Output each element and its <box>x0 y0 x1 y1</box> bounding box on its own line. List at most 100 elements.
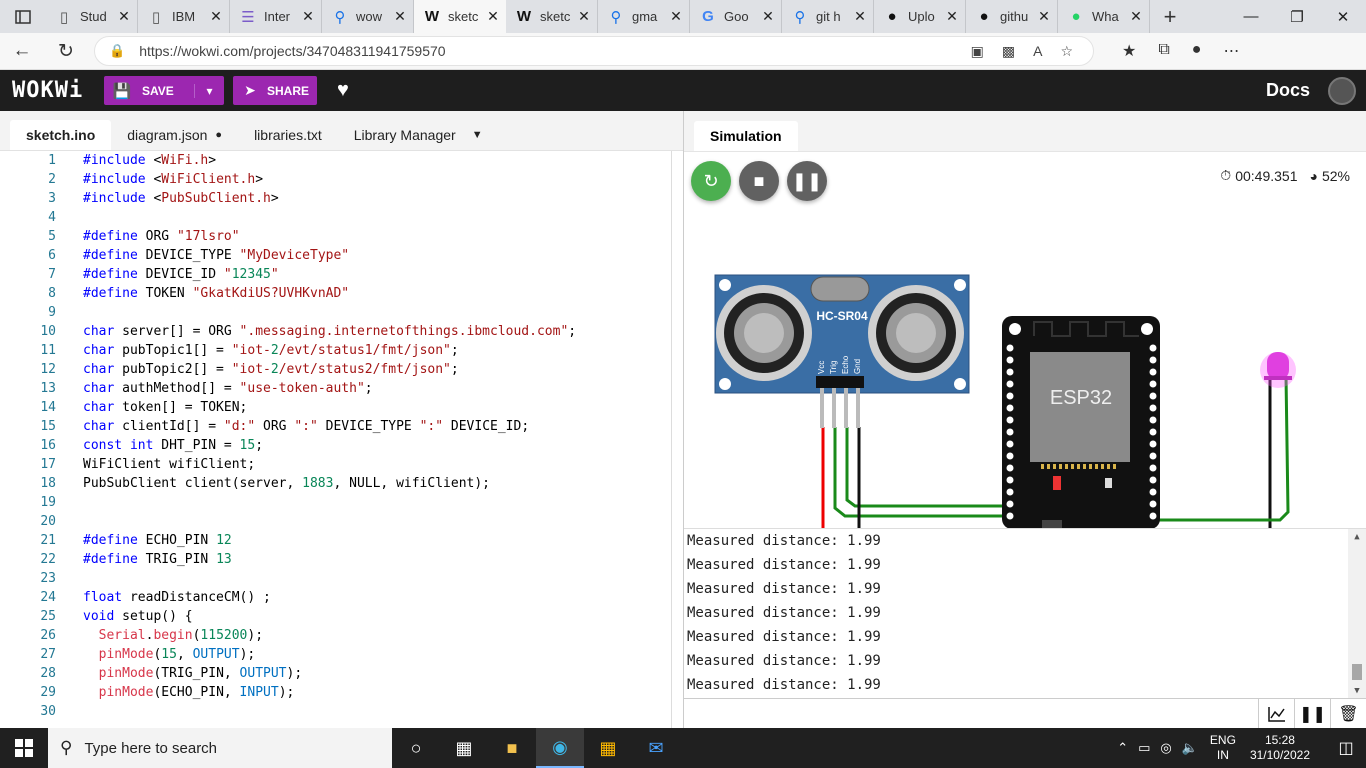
show-hidden-icons[interactable]: ⌃ <box>1117 740 1128 756</box>
sensor-pin-label: Trig <box>829 361 838 374</box>
led[interactable] <box>1260 352 1296 388</box>
pause-serial-button[interactable]: ❚❚ <box>1294 699 1330 729</box>
browser-tab[interactable]: ▯ Stud ✕ <box>46 0 138 33</box>
save-dropdown-icon[interactable]: ▾ <box>194 83 224 98</box>
file-explorer-icon[interactable]: ■ <box>488 728 536 768</box>
tab-actions-icon[interactable] <box>0 0 46 33</box>
line-number: 19 <box>40 495 56 510</box>
search-icon: ⚲ <box>60 738 73 757</box>
browser-tab-label: sketc <box>448 9 479 24</box>
serial-monitor[interactable]: Measured distance: 1.99 Measured distance… <box>684 528 1366 699</box>
collections-icon[interactable]: ⧉ <box>1158 41 1169 61</box>
code-line: 24 float readDistanceCM() ; <box>0 588 683 607</box>
volume-icon[interactable]: 🔈 <box>1182 740 1198 756</box>
browser-tab[interactable]: Wsketc ✕ <box>414 0 506 33</box>
minimize-button[interactable]: — <box>1228 0 1274 33</box>
browser-tab[interactable]: ⚲ git h ✕ <box>782 0 874 33</box>
cortana-icon[interactable]: ○ <box>392 728 440 768</box>
language-indicator[interactable]: ENG IN <box>1210 733 1236 763</box>
edge-icon[interactable]: ◉ <box>536 728 584 768</box>
close-tab-icon[interactable]: ✕ <box>301 8 315 25</box>
back-button[interactable]: ← <box>0 40 44 62</box>
tabs-dropdown-icon[interactable]: ▼ <box>472 129 483 141</box>
profile-icon[interactable]: ● <box>1192 41 1202 61</box>
wokwi-icon: W <box>516 8 532 25</box>
clear-serial-button[interactable]: 🗑 <box>1330 699 1366 729</box>
more-menu-icon[interactable]: ⋯ <box>1223 41 1239 61</box>
tab-diagram-json[interactable]: diagram.json ● <box>111 120 238 150</box>
simulation-canvas[interactable]: ↻ ■ ❚❚ ⏱ 00:49.351 ◕ 52% HC-SR04 Vcc Tri… <box>684 151 1366 528</box>
url-field[interactable]: 🔒 https://wokwi.com/projects/34704831194… <box>94 36 1094 66</box>
scroll-down-icon[interactable]: ▼ <box>1348 686 1366 696</box>
browser-tab-label: IBM <box>172 9 196 24</box>
browser-tab[interactable]: ▯ IBM ✕ <box>138 0 230 33</box>
serial-line: Measured distance: 1.99 <box>687 653 881 669</box>
close-tab-icon[interactable]: ✕ <box>1037 8 1051 25</box>
close-tab-icon[interactable]: ✕ <box>117 8 131 25</box>
close-tab-icon[interactable]: ✕ <box>945 8 959 25</box>
line-number: 22 <box>40 552 56 567</box>
heart-icon[interactable]: ♥ <box>337 79 349 102</box>
task-view-icon[interactable]: ▦ <box>440 728 488 768</box>
serial-scrollbar[interactable]: ▲ ▼ <box>1348 529 1366 699</box>
code-text: char server[] = ORG ".messaging.internet… <box>83 324 577 339</box>
share-button[interactable]: ➤ SHARE <box>233 76 317 105</box>
browser-tab[interactable]: ⚲ wow ✕ <box>322 0 414 33</box>
line-number: 12 <box>40 362 56 377</box>
read-aloud-icon[interactable]: A <box>1033 43 1042 60</box>
code-text: #define ECHO_PIN 12 <box>83 533 232 548</box>
qr-icon[interactable]: ▩ <box>1002 43 1015 60</box>
browser-tab[interactable]: G Goo ✕ <box>690 0 782 33</box>
plotter-button[interactable] <box>1258 699 1294 729</box>
close-tab-icon[interactable]: ✕ <box>209 8 223 25</box>
notification-icon[interactable]: ◫ <box>1326 738 1366 758</box>
serial-input[interactable] <box>684 699 1258 728</box>
docs-link[interactable]: Docs <box>1266 80 1310 101</box>
add-favorite-icon[interactable]: ☆ <box>1060 43 1073 60</box>
scroll-up-icon[interactable]: ▲ <box>1348 529 1366 542</box>
close-window-button[interactable]: ✕ <box>1320 0 1366 33</box>
clock[interactable]: 15:28 31/10/2022 <box>1250 733 1310 763</box>
taskbar-search[interactable]: ⚲ Type here to search <box>48 728 392 768</box>
code-line: 23 <box>0 569 683 588</box>
tab-libraries-txt[interactable]: libraries.txt <box>238 120 338 150</box>
close-tab-icon[interactable]: ✕ <box>486 8 500 25</box>
tab-sketch-ino[interactable]: sketch.ino <box>10 120 112 150</box>
close-tab-icon[interactable]: ✕ <box>761 8 775 25</box>
browser-tab[interactable]: ● githu ✕ <box>966 0 1058 33</box>
store-icon[interactable]: ▦ <box>584 728 632 768</box>
browser-tab[interactable]: ● Uplo ✕ <box>874 0 966 33</box>
scroll-thumb[interactable] <box>1352 664 1362 680</box>
start-button[interactable] <box>0 728 48 768</box>
hc-sr04-sensor[interactable]: HC-SR04 Vcc Trig Echo Gnd <box>714 274 970 428</box>
app-available-icon[interactable]: ▣ <box>971 43 984 60</box>
browser-tab[interactable]: ⚲ gma ✕ <box>598 0 690 33</box>
close-tab-icon[interactable]: ✕ <box>393 8 407 25</box>
code-area[interactable]: 1 #include <WiFi.h> 2 #include <WiFiClient.… <box>0 151 683 728</box>
browser-tab-label: Stud <box>80 9 107 24</box>
code-text: #include <WiFiClient.h> <box>83 172 264 187</box>
browser-tab[interactable]: ☰ Inter ✕ <box>230 0 322 33</box>
wifi-icon[interactable]: ◎ <box>1160 740 1171 756</box>
favorites-icon[interactable]: ★ <box>1122 41 1136 61</box>
esp32-board[interactable]: ESP32 <box>1002 316 1160 528</box>
browser-tab[interactable]: ● Wha ✕ <box>1058 0 1150 33</box>
code-line: 28 pinMode(TRIG_PIN, OUTPUT); <box>0 664 683 683</box>
mail-icon[interactable]: ✉ <box>632 728 680 768</box>
save-button[interactable]: 💾 SAVE ▾ <box>104 76 224 105</box>
tab-simulation[interactable]: Simulation <box>694 121 798 151</box>
battery-icon[interactable]: ▭ <box>1138 740 1150 756</box>
new-tab-button[interactable]: + <box>1150 4 1190 30</box>
circuit-diagram: HC-SR04 Vcc Trig Echo Gnd ESP32 <box>714 274 1296 528</box>
refresh-button[interactable]: ↻ <box>44 40 88 63</box>
code-line: 4 <box>0 208 683 227</box>
close-tab-icon[interactable]: ✕ <box>669 8 683 25</box>
tab-library-manager[interactable]: Library Manager ▼ <box>338 120 499 150</box>
close-tab-icon[interactable]: ✕ <box>853 8 867 25</box>
restore-button[interactable]: ❐ <box>1274 0 1320 33</box>
close-tab-icon[interactable]: ✕ <box>577 8 591 25</box>
wokwi-logo[interactable]: WOKWi <box>12 78 104 103</box>
browser-tab[interactable]: Wsketc ✕ <box>506 0 598 33</box>
user-avatar[interactable] <box>1328 76 1356 105</box>
close-tab-icon[interactable]: ✕ <box>1129 8 1143 25</box>
